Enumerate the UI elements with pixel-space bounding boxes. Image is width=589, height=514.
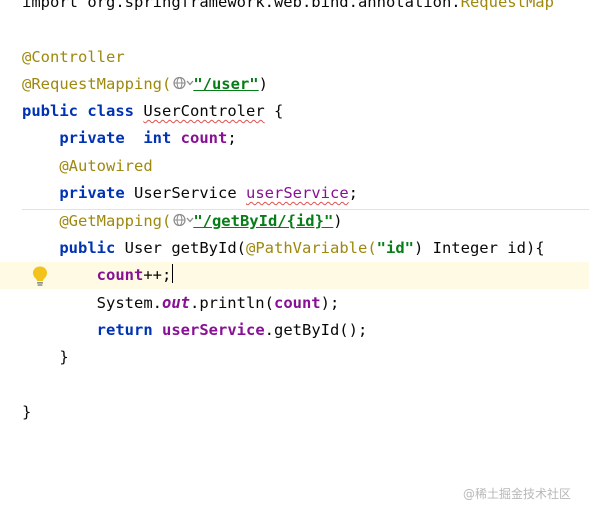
get-by-id-call: .getById(); [264, 321, 368, 339]
code-line-class-close[interactable]: } [22, 399, 31, 426]
class-open-brace: { [274, 102, 284, 120]
println-call: .println( [189, 294, 274, 312]
chevron-down-icon [186, 217, 194, 223]
get-mapping-annotation: @GetMapping( [59, 212, 172, 230]
service-reference: userService [162, 321, 265, 339]
int-keyword: int [143, 129, 172, 147]
public-keyword: public [59, 239, 116, 257]
class-keyword: class [87, 102, 135, 120]
code-line-return[interactable]: return userService.getById(); [22, 317, 368, 344]
count-field: count [180, 129, 228, 147]
public-keyword: public [22, 102, 78, 120]
import-class: RequestMap [460, 0, 554, 11]
code-line-method-signature[interactable]: public User getById(@PathVariable("id") … [22, 235, 545, 262]
private-keyword: private [59, 129, 125, 147]
method-signature: User getById( [124, 239, 246, 257]
request-mapping-close: ) [258, 75, 268, 93]
private-keyword: private [59, 184, 125, 202]
controller-annotation: @Controller [22, 48, 125, 66]
code-line-println[interactable]: System.out.println(count); [22, 290, 340, 317]
method-params-rest: ) Integer id){ [413, 239, 545, 257]
service-type: UserService [134, 184, 237, 202]
code-line-service-field[interactable]: private UserService userService; [22, 180, 358, 207]
request-mapping-annotation: @RequestMapping( [22, 75, 172, 93]
get-mapping-path: "/getById/{id}" [193, 212, 334, 230]
return-keyword: return [96, 321, 153, 339]
code-line-get-mapping[interactable]: @GetMapping( "/getById/{id}") [22, 208, 343, 235]
count-reference: count [96, 266, 144, 284]
system-class: System. [96, 294, 162, 312]
method-close-brace: } [59, 348, 69, 366]
request-mapping-path: "/user" [193, 75, 259, 93]
increment-operator: ++; [143, 266, 172, 284]
code-line-autowired[interactable]: @Autowired [22, 153, 153, 180]
code-line-request-mapping[interactable]: @RequestMapping( "/user") [22, 71, 268, 98]
count-argument: count [273, 294, 321, 312]
autowired-annotation: @Autowired [59, 157, 153, 175]
get-mapping-close: ) [333, 212, 343, 230]
import-keyword: import [22, 0, 78, 11]
code-line-count-field[interactable]: private int count; [22, 125, 237, 152]
class-close-brace: } [22, 403, 32, 421]
text-caret [172, 264, 174, 283]
class-name: UserControler [143, 102, 265, 120]
globe-icon[interactable] [173, 212, 194, 228]
path-variable-annotation: @PathVariable( [246, 239, 377, 257]
count-semicolon: ; [227, 129, 237, 147]
out-field: out [161, 294, 190, 312]
service-semicolon: ; [348, 184, 358, 202]
import-package: org.springframework.web.bind.annotation. [87, 0, 461, 11]
watermark: @稀土掘金技术社区 [463, 487, 572, 501]
chevron-down-icon [186, 80, 194, 86]
globe-icon[interactable] [173, 75, 194, 91]
service-field: userService [246, 184, 349, 202]
println-end: ); [320, 294, 340, 312]
code-line-method-close[interactable]: } [22, 344, 69, 371]
code-line-import[interactable]: import org.springframework.web.bind.anno… [22, 0, 554, 16]
path-variable-name: "id" [376, 239, 414, 257]
code-line-class-declaration[interactable]: public class UserControler { [22, 98, 283, 125]
lightbulb-icon[interactable] [30, 265, 50, 287]
code-line-controller-annotation[interactable]: @Controller [22, 44, 125, 71]
